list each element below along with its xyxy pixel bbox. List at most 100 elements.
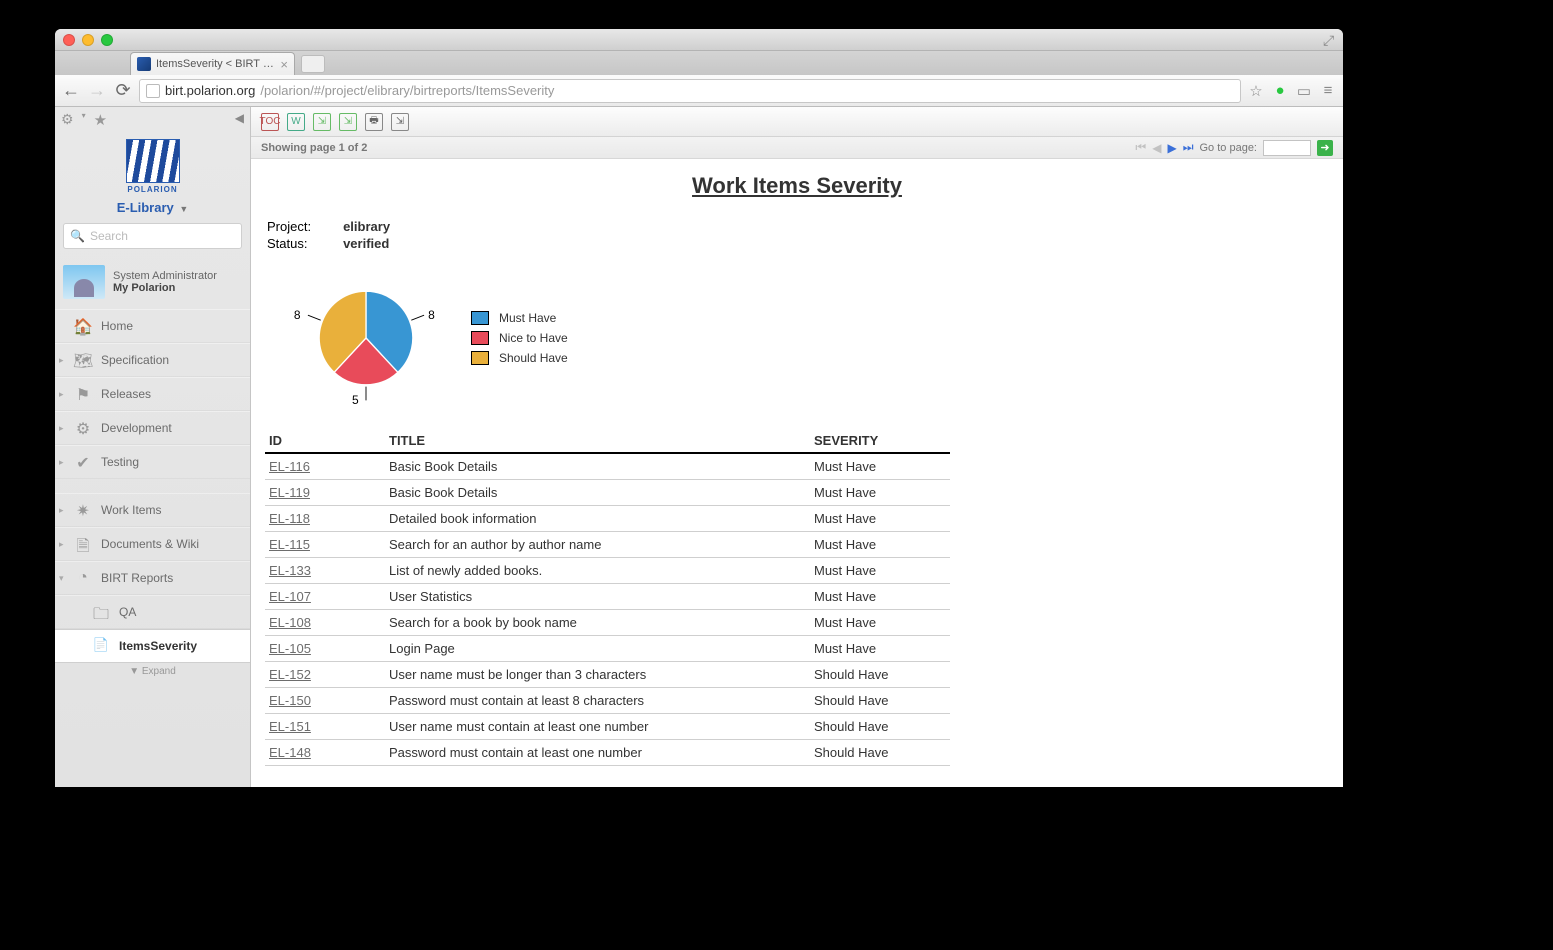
pager-nav: ⏮ ◀ ▶ ⏭ Go to page: ➜ xyxy=(1135,140,1333,156)
new-tab-button[interactable] xyxy=(301,55,325,73)
work-item-title: Login Page xyxy=(385,636,810,662)
sidebar-item-work-items[interactable]: ▸ ✷ Work Items xyxy=(55,493,250,527)
report-icon: 📄 xyxy=(91,637,111,655)
work-item-link[interactable]: EL-116 xyxy=(269,459,310,474)
browser-tab[interactable]: ItemsSeverity < BIRT Repo × xyxy=(130,52,295,75)
search-input[interactable]: 🔍 Search xyxy=(63,223,242,249)
sidebar-subitem-items-severity[interactable]: 📄 ItemsSeverity xyxy=(55,629,250,663)
work-item-severity: Should Have xyxy=(810,740,950,766)
sidebar-item-development[interactable]: ▸ ⚙ Development xyxy=(55,411,250,445)
project-selector[interactable]: E-Library ▼ xyxy=(55,196,250,223)
work-item-link[interactable]: EL-105 xyxy=(269,641,311,656)
work-item-severity: Should Have xyxy=(810,662,950,688)
sidebar-item-label: Specification xyxy=(101,353,169,367)
sidebar-item-specification[interactable]: ▸ 🗺 Specification xyxy=(55,343,250,377)
col-id-header: ID xyxy=(265,429,385,453)
toc-button[interactable]: TOC xyxy=(261,113,279,131)
legend-item: Nice to Have xyxy=(471,331,568,345)
work-item-title: Basic Book Details xyxy=(385,453,810,480)
maximize-icon[interactable]: ⤢ xyxy=(1323,33,1337,47)
gear-icon[interactable]: ⚙ xyxy=(61,111,74,129)
expand-icon[interactable]: ▸ xyxy=(59,423,64,434)
favorite-icon[interactable]: ★ xyxy=(94,111,107,129)
export-word-button[interactable]: W xyxy=(287,113,305,131)
browser-toolbar: ← → ⟳ birt.polarion.org /polarion/#/proj… xyxy=(55,75,1343,107)
expand-icon[interactable]: ▸ xyxy=(59,505,64,516)
sidebar-item-testing[interactable]: ▸ ✔ Testing xyxy=(55,445,250,479)
work-item-link[interactable]: EL-115 xyxy=(269,537,310,552)
work-item-link[interactable]: EL-118 xyxy=(269,511,310,526)
nav-separator xyxy=(55,479,250,493)
work-item-link[interactable]: EL-151 xyxy=(269,719,311,734)
menu-icon[interactable]: ≡ xyxy=(1319,82,1337,100)
next-page-button[interactable]: ▶ xyxy=(1167,141,1176,155)
expand-icon[interactable]: ▸ xyxy=(59,539,64,550)
pager-showing: Showing page 1 of 2 xyxy=(261,142,367,154)
sidebar-item-home[interactable]: 🏠 Home xyxy=(55,309,250,343)
sidebar-item-label: Work Items xyxy=(101,503,161,517)
cast-icon[interactable]: ▭ xyxy=(1295,82,1313,100)
expand-button[interactable]: ▼ Expand xyxy=(55,663,250,680)
prev-page-button[interactable]: ◀ xyxy=(1152,141,1161,155)
sidebar-item-documents[interactable]: ▸ 🗎 Documents & Wiki xyxy=(55,527,250,561)
work-item-link[interactable]: EL-107 xyxy=(269,589,311,604)
export-button-2[interactable]: ⇲ xyxy=(339,113,357,131)
work-item-link[interactable]: EL-133 xyxy=(269,563,311,578)
work-item-link[interactable]: EL-148 xyxy=(269,745,311,760)
zoom-window-button[interactable] xyxy=(101,34,113,46)
print-button[interactable]: 🖶 xyxy=(365,113,383,131)
sidebar-item-label: ItemsSeverity xyxy=(119,639,197,653)
table-row: EL-150Password must contain at least 8 c… xyxy=(265,688,950,714)
col-title-header: TITLE xyxy=(385,429,810,453)
collapse-sidebar-icon[interactable]: ◀ xyxy=(235,111,244,129)
expand-icon[interactable]: ▸ xyxy=(59,457,64,468)
table-row: EL-148Password must contain at least one… xyxy=(265,740,950,766)
sidebar-top-tools: ⚙▾ ★ ◀ xyxy=(55,107,250,133)
work-item-severity: Must Have xyxy=(810,506,950,532)
slice-label-2: 8 xyxy=(294,308,301,322)
browser-window: ⤢ ItemsSeverity < BIRT Repo × ← → ⟳ birt… xyxy=(55,29,1343,787)
work-item-severity: Must Have xyxy=(810,584,950,610)
last-page-button[interactable]: ⏭ xyxy=(1183,140,1194,155)
work-item-title: Basic Book Details xyxy=(385,480,810,506)
export-button-1[interactable]: ⇲ xyxy=(313,113,331,131)
user-box[interactable]: System Administrator My Polarion xyxy=(63,261,242,303)
extension-icon[interactable]: ● xyxy=(1271,82,1289,100)
legend-item: Must Have xyxy=(471,311,568,325)
expand-icon[interactable]: ▸ xyxy=(59,355,64,366)
bookmark-star-icon[interactable]: ☆ xyxy=(1247,82,1265,100)
work-item-severity: Must Have xyxy=(810,480,950,506)
work-item-severity: Must Have xyxy=(810,636,950,662)
back-button[interactable]: ← xyxy=(61,80,81,101)
flag-icon: ⚑ xyxy=(73,385,93,403)
work-item-link[interactable]: EL-108 xyxy=(269,615,311,630)
sidebar-subitem-qa[interactable]: 🗀 QA xyxy=(55,595,250,629)
expand-icon[interactable]: ▾ xyxy=(59,573,64,584)
work-item-link[interactable]: EL-152 xyxy=(269,667,311,682)
work-item-link[interactable]: EL-150 xyxy=(269,693,311,708)
sidebar-item-birt-reports[interactable]: ▾ ◔ BIRT Reports xyxy=(55,561,250,595)
col-severity-header: SEVERITY xyxy=(810,429,950,453)
first-page-button[interactable]: ⏮ xyxy=(1135,140,1146,155)
sidebar-item-label: Releases xyxy=(101,387,151,401)
work-item-title: Search for an author by author name xyxy=(385,532,810,558)
tab-title: ItemsSeverity < BIRT Repo xyxy=(156,58,275,70)
expand-icon[interactable]: ▸ xyxy=(59,389,64,400)
goto-page-input[interactable] xyxy=(1263,140,1311,156)
work-item-title: List of newly added books. xyxy=(385,558,810,584)
forward-button[interactable]: → xyxy=(87,80,107,101)
meta-project-label: Project: xyxy=(267,219,341,234)
work-item-link[interactable]: EL-119 xyxy=(269,485,310,500)
search-placeholder: Search xyxy=(90,229,128,243)
export-button-3[interactable]: ⇲ xyxy=(391,113,409,131)
address-bar[interactable]: birt.polarion.org /polarion/#/project/el… xyxy=(139,79,1241,103)
minimize-window-button[interactable] xyxy=(82,34,94,46)
meta-project-value: elibrary xyxy=(343,219,420,234)
goto-page-button[interactable]: ➜ xyxy=(1317,140,1333,156)
pie-chart: 8 5 8 xyxy=(301,273,431,403)
close-window-button[interactable] xyxy=(63,34,75,46)
close-tab-icon[interactable]: × xyxy=(280,57,288,72)
sidebar-item-releases[interactable]: ▸ ⚑ Releases xyxy=(55,377,250,411)
reload-button[interactable]: ⟳ xyxy=(113,80,133,101)
goto-label: Go to page: xyxy=(1200,142,1258,154)
